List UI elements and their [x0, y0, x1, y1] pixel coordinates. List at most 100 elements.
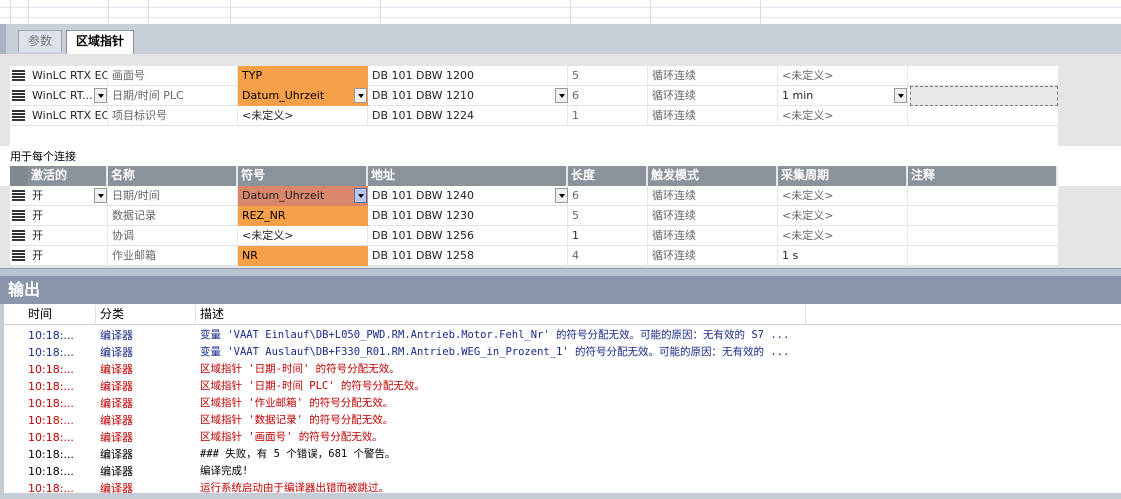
area-pointer-row[interactable]: WinLC RTX EC 画面号 TYP DB 101 DBW 1200 5 循环连续 <未… [10, 66, 1058, 86]
comment-cell[interactable] [908, 186, 1058, 206]
empty-grid-row[interactable] [10, 126, 1058, 146]
pointer-name-cell: 画面号 [108, 66, 238, 86]
symbol-cell[interactable]: TYP [238, 66, 368, 86]
address-cell[interactable]: DB 101 DBW 1258 [368, 246, 568, 266]
active-cell[interactable]: 开 [28, 226, 108, 246]
dropdown-arrow-icon[interactable] [555, 88, 568, 103]
row-handle-icon[interactable] [12, 90, 25, 102]
message-description: 区域指针 '作业邮箱' 的符号分配无效。 [200, 397, 394, 409]
message-time: 10:18:... [28, 431, 74, 444]
row-handle-icon[interactable] [12, 110, 25, 122]
section-title-per-connection: 用于每个连接 [10, 150, 76, 163]
acquisition-cycle-cell[interactable]: <未定义> [778, 226, 908, 246]
trigger-mode-cell[interactable]: 循环连续 [648, 206, 778, 226]
connection-pointer-row[interactable]: 开协调 <未定义> DB 101 DBW 1256 1 循环连续 <未定义> [10, 226, 1058, 246]
dropdown-arrow-icon[interactable] [94, 188, 107, 203]
message-category: 编译器 [100, 431, 133, 444]
acquisition-cycle-cell[interactable]: 1 s [778, 246, 908, 266]
symbol-cell[interactable]: <未定义> [238, 106, 368, 126]
address-cell[interactable]: DB 101 DBW 1230 [368, 206, 568, 226]
row-handle-icon[interactable] [12, 250, 25, 262]
output-message-row[interactable]: 10:18:... 编译器 区域指针 '日期-时间' 的符号分配无效。 [4, 361, 1121, 378]
message-time: 10:18:... [28, 465, 74, 478]
column-header-active[interactable]: 激活的 [28, 166, 108, 186]
output-message-row[interactable]: 10:18:... 编译器 区域指针 '日期-时间 PLC' 的符号分配无效。 [4, 378, 1121, 395]
address-cell[interactable]: DB 101 DBW 1224 [368, 106, 568, 126]
address-cell[interactable]: DB 101 DBW 1256 [368, 226, 568, 246]
output-column-time[interactable]: 时间 [24, 305, 96, 325]
length-cell: 5 [568, 66, 648, 86]
output-message-row[interactable]: 10:18:... 编译器 区域指针 '画面号' 的符号分配无效。 [4, 429, 1121, 446]
symbol-cell[interactable]: <未定义> [238, 226, 368, 246]
output-message-row[interactable]: 10:18:... 编译器 变量 'VAAT Einlauf\DB+L050_PWD… [4, 327, 1121, 344]
output-message-row[interactable]: 10:18:... 编译器 区域指针 '数据记录' 的符号分配无效。 [4, 412, 1121, 429]
tab-parameters[interactable]: 参数 [18, 30, 63, 52]
address-cell[interactable]: DB 101 DBW 1200 [368, 66, 568, 86]
output-column-category[interactable]: 分类 [96, 305, 196, 325]
trigger-mode-cell[interactable]: 循环连续 [648, 86, 778, 106]
output-message-row[interactable]: 10:18:... 编译器 编译完成! [4, 463, 1121, 480]
connection-pointer-row[interactable]: 开数据记录 REZ_NR DB 101 DBW 1230 5 循环连续 <未定义> [10, 206, 1058, 226]
connection-pointer-row[interactable]: 开作业邮箱 NR DB 101 DBW 1258 4 循环连续 1 s [10, 246, 1058, 266]
output-message-row[interactable]: 10:18:... 编译器 变量 'VAAT Auslauf\DB+F330_R01… [4, 344, 1121, 361]
trigger-mode-cell[interactable]: 循环连续 [648, 106, 778, 126]
length-cell: 5 [568, 206, 648, 226]
address-cell[interactable]: DB 101 DBW 1240 [368, 186, 568, 206]
symbol-cell[interactable]: NR [238, 246, 368, 266]
tab-area-pointers[interactable]: 区域指针 [66, 30, 135, 54]
trigger-mode-cell[interactable]: 循环连续 [648, 246, 778, 266]
row-handle-icon[interactable] [12, 210, 25, 222]
horizontal-scrollbar[interactable] [0, 493, 1121, 499]
area-pointer-row[interactable]: WinLC RTX EC 项目标识号 <未定义> DB 101 DBW 1224 1 循环… [10, 106, 1058, 126]
acquisition-cycle-cell[interactable]: <未定义> [778, 66, 908, 86]
area-pointer-row[interactable]: WinLC RT... 日期/时间 PLC Datum_Uhrzeit DB 101 … [10, 86, 1058, 106]
dropdown-arrow-icon[interactable] [354, 88, 367, 103]
comment-cell[interactable] [908, 206, 1058, 226]
column-header-address[interactable]: 地址 [368, 166, 568, 186]
trigger-mode-cell[interactable]: 循环连续 [648, 186, 778, 206]
column-header-length[interactable]: 长度 [568, 166, 648, 186]
column-header-symbol[interactable]: 符号 [238, 166, 368, 186]
output-column-description[interactable]: 描述 [196, 305, 806, 325]
column-header-name[interactable]: 名称 [108, 166, 238, 186]
dropdown-arrow-icon[interactable] [894, 88, 907, 103]
column-header-trigger-mode[interactable]: 触发模式 [648, 166, 778, 186]
acquisition-cycle-cell[interactable]: <未定义> [778, 186, 908, 206]
dropdown-arrow-icon[interactable] [94, 88, 107, 103]
output-message-row[interactable]: 10:18:... 编译器 ### 失败，有 5 个错误，681 个警告。 [4, 446, 1121, 463]
dropdown-arrow-icon[interactable] [354, 188, 367, 203]
acquisition-cycle-cell[interactable]: <未定义> [778, 106, 908, 126]
length-cell: 1 [568, 226, 648, 246]
symbol-cell[interactable]: REZ_NR [238, 206, 368, 226]
active-cell[interactable]: 开 [28, 206, 108, 226]
connection-pointer-row[interactable]: 开日期/时间 Datum_Uhrzeit DB 101 DBW 1240 6 循环连续 <… [10, 186, 1058, 206]
column-header-comment[interactable]: 注释 [908, 166, 1058, 186]
output-message-row[interactable]: 10:18:... 编译器 区域指针 '作业邮箱' 的符号分配无效。 [4, 395, 1121, 412]
message-time: 10:18:... [28, 363, 74, 376]
address-cell[interactable]: DB 101 DBW 1210 [368, 86, 568, 106]
pointer-name-cell: 日期/时间 PLC [108, 86, 238, 106]
acquisition-cycle-cell[interactable]: <未定义> [778, 206, 908, 226]
message-description: 变量 'VAAT Einlauf\DB+L050_PWD.RM.Antrieb.… [200, 329, 790, 341]
message-time: 10:18:... [28, 329, 74, 342]
message-category: 编译器 [100, 329, 133, 342]
pointer-name-cell: 项目标识号 [108, 106, 238, 126]
acquisition-cycle-cell[interactable]: 1 min [778, 86, 908, 106]
column-header-acquisition-cycle[interactable]: 采集周期 [778, 166, 908, 186]
message-description: ### 失败，有 5 个错误，681 个警告。 [200, 448, 396, 460]
comment-cell-selected[interactable] [910, 86, 1058, 106]
plc-connection-cell[interactable]: WinLC RTX EC [28, 106, 108, 126]
row-handle-icon[interactable] [12, 70, 25, 82]
symbol-cell[interactable]: Datum_Uhrzeit [238, 86, 368, 106]
trigger-mode-cell[interactable]: 循环连续 [648, 66, 778, 86]
comment-cell[interactable] [908, 226, 1058, 246]
panel-splitter[interactable] [0, 268, 1121, 276]
trigger-mode-cell[interactable]: 循环连续 [648, 226, 778, 246]
active-cell[interactable]: 开 [28, 246, 108, 266]
row-handle-icon[interactable] [12, 190, 25, 202]
comment-cell[interactable] [908, 246, 1058, 266]
row-handle-icon[interactable] [12, 230, 25, 242]
symbol-cell[interactable]: Datum_Uhrzeit [238, 186, 368, 206]
dropdown-arrow-icon[interactable] [555, 188, 568, 203]
plc-connection-cell[interactable]: WinLC RTX EC [28, 66, 108, 86]
